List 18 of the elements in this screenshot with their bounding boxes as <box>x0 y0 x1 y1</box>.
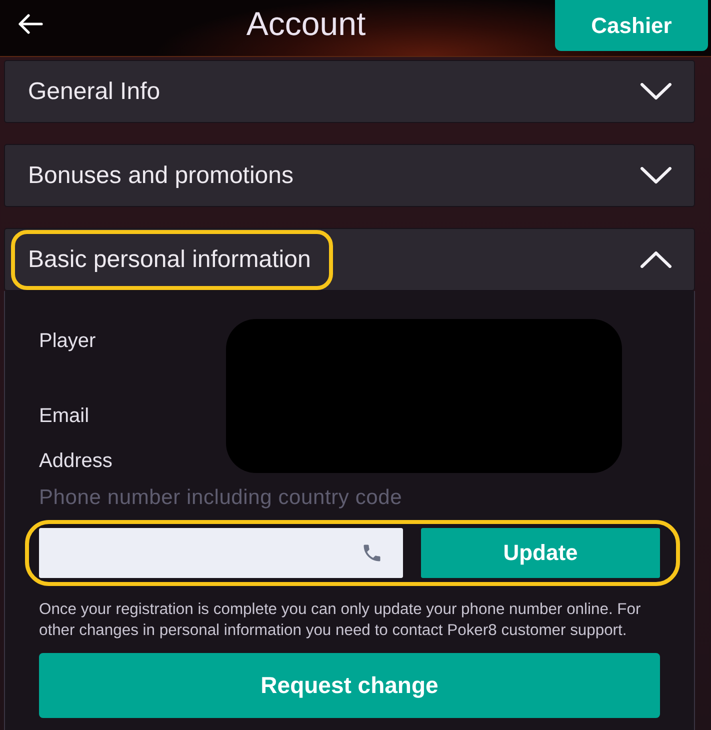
accordion-header[interactable]: Basic personal information <box>4 228 695 291</box>
section-title: Bonuses and promotions <box>28 162 294 190</box>
field-label: Email <box>39 405 90 428</box>
section-title: Basic personal information <box>28 246 311 274</box>
back-arrow-icon[interactable] <box>18 14 43 34</box>
chevron-up-icon[interactable] <box>640 251 672 268</box>
field-label: Address <box>39 450 112 473</box>
chevron-down-icon[interactable] <box>640 83 672 100</box>
chevron-down-icon[interactable] <box>640 167 672 184</box>
page-title: Account <box>245 4 367 44</box>
phone-label: Phone number including country code <box>39 487 402 509</box>
notice-text: Once your registration is complete you can only update your phone number online. For other changes in personal information you need to contact Poker8 customer support. <box>39 600 642 641</box>
accordion-header[interactable]: General Info <box>4 60 695 123</box>
phone-input[interactable] <box>39 528 403 578</box>
phone-icon <box>361 542 383 564</box>
section-title: General Info <box>28 78 160 106</box>
field-label: Player <box>39 330 96 353</box>
accordion-header[interactable]: Bonuses and promotions <box>4 144 695 207</box>
